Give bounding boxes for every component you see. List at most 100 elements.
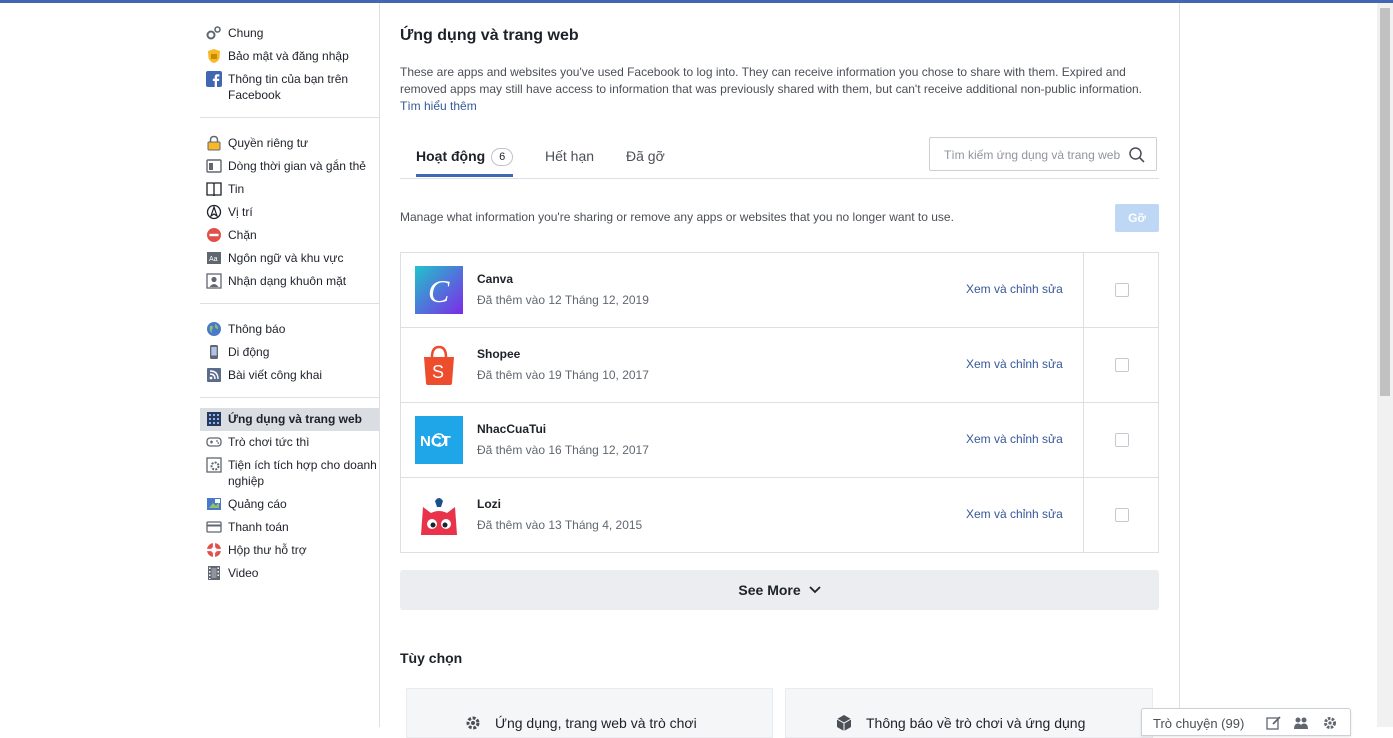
sidebar-item-ads[interactable]: Quảng cáo [200,493,379,516]
sidebar-item-label: Thanh toán [228,520,289,534]
sidebar-item-support-inbox[interactable]: Hộp thư hỗ trợ [200,539,379,562]
app-date: Đã thêm vào 16 Tháng 12, 2017 [477,443,649,457]
sidebar-item-face-recognition[interactable]: Nhận dạng khuôn mặt [200,270,379,293]
sidebar-group-privacy: Quyền riêng tư Dòng thời gian và gắn thẻ… [200,128,379,304]
nhaccuatui-logo: NCT [415,416,463,464]
cube-icon [836,715,852,731]
select-checkbox[interactable] [1115,508,1129,522]
search-input[interactable] [942,147,1126,163]
sidebar-item-payments[interactable]: Thanh toán [200,516,379,539]
app-row-shopee: S Shopee Đã thêm vào 19 Tháng 10, 2017 X… [401,328,1158,403]
sidebar-item-label: Ngôn ngữ và khu vực [228,251,344,265]
sidebar-item-label: Di động [228,345,270,359]
top-brand-bar [0,0,1393,3]
group-icon[interactable] [1293,715,1309,731]
gears-icon [206,26,221,40]
app-date: Đã thêm vào 13 Tháng 4, 2015 [477,518,643,532]
sidebar-group-apps: Ứng dụng và trang web Trò chơi tức thì T… [200,408,379,595]
sidebar-item-privacy[interactable]: Quyền riêng tư [200,132,379,155]
view-edit-link[interactable]: Xem và chỉnh sửa [966,357,1063,371]
select-checkbox[interactable] [1115,283,1129,297]
page-title: Ứng dụng và trang web [400,27,579,44]
app-name: Lozi [477,497,501,511]
sidebar-item-label: Thông báo [228,322,286,336]
tab-removed[interactable]: Đã gỡ [626,136,665,176]
sidebar-item-label: Quyền riêng tư [228,136,309,150]
lifebuoy-icon [207,543,221,557]
sidebar-item-label: Hộp thư hỗ trợ [228,543,307,557]
settings-sidebar: Chung Bảo mật và đăng nhập Thông tin của… [200,18,379,605]
svg-text:Aa: Aa [209,256,218,263]
sidebar-item-video[interactable]: Video [200,562,379,585]
card-icon [206,521,222,533]
view-edit-link[interactable]: Xem và chỉnh sửa [966,432,1063,446]
sidebar-item-label: Trò chơi tức thì [228,435,310,449]
sidebar-item-label: Thông tin của bạn trên Facebook [228,72,349,102]
tab-active-count: 6 [491,148,514,166]
sidebar-item-public-posts[interactable]: Bài viết công khai [200,364,379,387]
page-description: These are apps and websites you've used … [400,64,1159,115]
face-icon [206,273,222,289]
sidebar-item-stories[interactable]: Tin [200,178,379,201]
sidebar-item-mobile[interactable]: Di động [200,341,379,364]
scrollbar-thumb[interactable] [1380,8,1390,396]
settings-gear-icon[interactable] [1322,715,1338,731]
see-more-button[interactable]: See More [400,570,1159,610]
search-icon[interactable] [1128,146,1146,164]
view-edit-link[interactable]: Xem và chỉnh sửa [966,282,1063,296]
sidebar-item-language[interactable]: Aa Ngôn ngữ và khu vực [200,247,379,270]
row-divider [1083,253,1084,327]
remove-button[interactable]: Gỡ [1115,204,1159,232]
sidebar-item-timeline[interactable]: Dòng thời gian và gắn thẻ [200,155,379,178]
app-row-canva: C Canva Đã thêm vào 12 Tháng 12, 2019 Xe… [401,253,1158,328]
sidebar-item-label: Vị trí [228,205,253,219]
learn-more-link[interactable]: Tìm hiểu thêm [400,99,477,113]
view-edit-link[interactable]: Xem và chỉnh sửa [966,507,1063,521]
sidebar-item-label: Quảng cáo [228,497,287,511]
svg-text:C: C [428,273,450,309]
tab-active[interactable]: Hoạt động 6 [416,136,514,177]
sidebar-item-location[interactable]: Vị trí [200,201,379,224]
option-card-apps-websites-games[interactable]: Ứng dụng, trang web và trò chơi [406,688,773,738]
sidebar-item-label: Tin [228,182,245,196]
apps-icon [207,412,221,426]
options-title: Tùy chọn [400,650,463,666]
chat-bar[interactable]: Trò chuyện (99) [1141,708,1351,736]
language-icon: Aa [207,252,221,264]
sidebar-item-security[interactable]: Bảo mật và đăng nhập [200,45,379,68]
chat-label: Trò chuyện (99) [1153,716,1245,731]
app-list: C Canva Đã thêm vào 12 Tháng 12, 2019 Xe… [400,252,1159,553]
manage-description: Manage what information you're sharing o… [400,210,954,224]
tab-expired[interactable]: Hết hạn [545,136,594,176]
sidebar-item-apps-and-websites[interactable]: Ứng dụng và trang web [200,408,379,431]
sidebar-group-notifications: Thông báo Di động Bài viết công khai [200,314,379,398]
see-more-label: See More [738,582,801,598]
lozi-logo [415,491,463,539]
app-date: Đã thêm vào 12 Tháng 12, 2019 [477,293,649,307]
canva-logo: C [415,266,463,314]
select-checkbox[interactable] [1115,433,1129,447]
sidebar-item-instant-games[interactable]: Trò chơi tức thì [200,431,379,454]
svg-text:S: S [432,362,444,382]
sidebar-item-your-facebook-info[interactable]: Thông tin của bạn trên Facebook [200,68,379,107]
book-icon [206,182,222,197]
sidebar-item-business-integrations[interactable]: Tiện ích tích hợp cho doanh nghiệp [200,454,379,493]
app-name: Shopee [477,347,521,361]
app-row-nhaccuatui: NCT NhacCuaTui Đã thêm vào 16 Tháng 12, … [401,403,1158,478]
sidebar-item-label: Chung [228,26,264,40]
globe-icon [207,322,221,336]
sidebar-item-blocking[interactable]: Chặn [200,224,379,247]
sidebar-item-general[interactable]: Chung [200,22,379,45]
sidebar-item-label: Video [228,566,259,580]
app-search-box[interactable] [929,137,1157,171]
app-date: Đã thêm vào 19 Tháng 10, 2017 [477,368,649,382]
sidebar-item-notifications[interactable]: Thông báo [200,318,379,341]
sidebar-divider [379,3,380,727]
scrollbar[interactable] [1377,3,1393,727]
lock-icon [207,135,221,151]
select-checkbox[interactable] [1115,358,1129,372]
option-card-game-app-notifications[interactable]: Thông báo về trò chơi và ứng dụng [785,688,1153,738]
compose-icon[interactable] [1266,715,1282,731]
row-divider [1083,403,1084,477]
sidebar-item-label: Bài viết công khai [228,368,323,382]
